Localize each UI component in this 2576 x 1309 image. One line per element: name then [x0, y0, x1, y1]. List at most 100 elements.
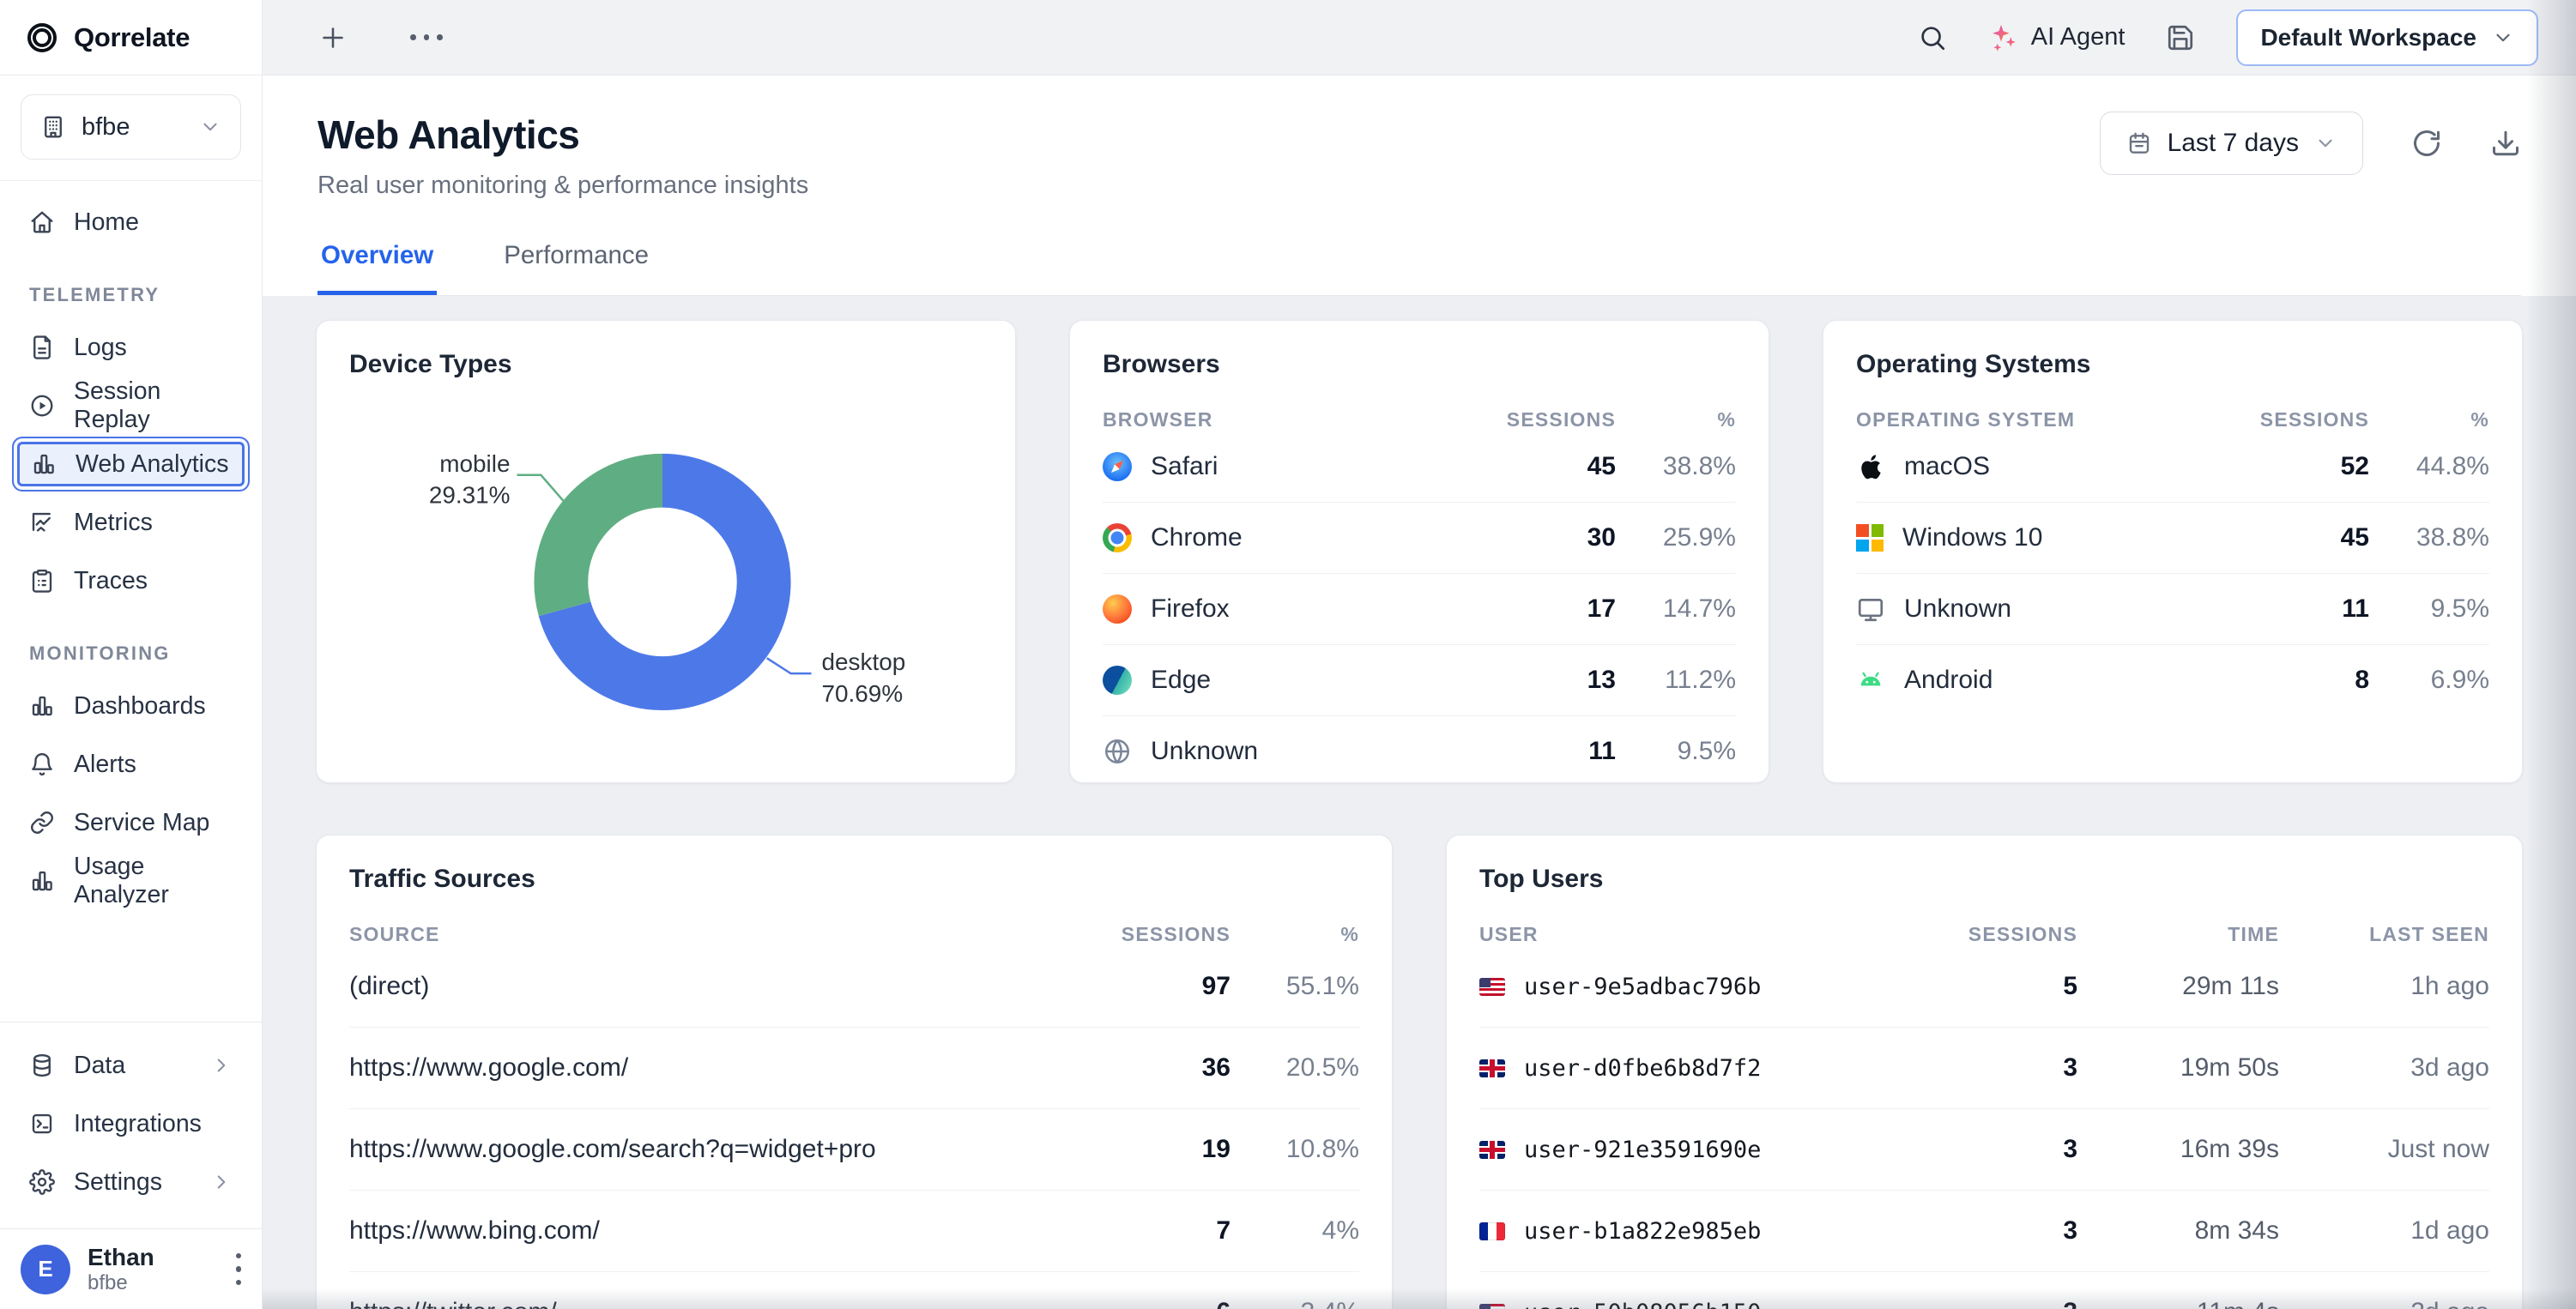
browser-name: Firefox — [1151, 594, 1230, 624]
sessions-value: 3 — [1932, 1053, 2077, 1083]
user-id: user-50b08056b150 — [1524, 1300, 1761, 1309]
sidebar-item-settings[interactable]: Settings — [12, 1155, 250, 1209]
building-icon — [40, 114, 66, 140]
mobile-value: 29.31% — [429, 482, 511, 509]
sidebar-item-data[interactable]: Data — [12, 1038, 250, 1093]
chart-line-icon — [29, 510, 55, 535]
sessions-value: 19 — [1119, 1135, 1231, 1164]
percent-value: 11.2% — [1616, 666, 1736, 695]
database-icon — [29, 1053, 55, 1078]
source-value: (direct) — [349, 972, 1119, 1001]
ai-agent-button[interactable]: AI Agent — [1988, 22, 2126, 53]
tab-performance[interactable]: Performance — [500, 241, 652, 295]
sidebar-footer-nav: Data Integrations Settings — [0, 1022, 262, 1228]
sidebar-item-label: Traces — [74, 567, 148, 595]
card-title: Browsers — [1103, 350, 1736, 379]
column-header: % — [2369, 408, 2489, 431]
desktop-callout-line — [767, 658, 812, 673]
card-title: Operating Systems — [1856, 350, 2489, 379]
download-button[interactable] — [2490, 128, 2521, 159]
sidebar-item-dashboards[interactable]: Dashboards — [12, 679, 250, 733]
desktop-label: desktop — [822, 648, 906, 675]
sessions-value: 17 — [1487, 594, 1616, 624]
workspace-selector-label: Default Workspace — [2260, 24, 2476, 51]
apple-icon — [1856, 452, 1885, 481]
sidebar-item-usage-analyzer[interactable]: Usage Analyzer — [12, 854, 250, 908]
fr-flag-icon — [1479, 1222, 1505, 1240]
safari-icon — [1103, 452, 1132, 481]
ai-agent-label: AI Agent — [2031, 23, 2126, 51]
sidebar-item-label: Service Map — [74, 809, 209, 837]
table-row: Chrome 30 25.9% — [1103, 502, 1736, 573]
user-id: user-921e3591690e — [1524, 1137, 1761, 1163]
card-device-types: Device Types mobile 29.31% desktop 70.69… — [316, 320, 1016, 783]
app-logo-icon — [27, 23, 57, 52]
topbar: AI Agent Default Workspace — [263, 0, 2576, 75]
card-traffic-sources: Traffic Sources SOURCE SESSIONS % (direc… — [316, 835, 1393, 1309]
table-row: macOS 52 44.8% — [1856, 431, 2489, 502]
sidebar-item-traces[interactable]: Traces — [12, 553, 250, 608]
sidebar-item-integrations[interactable]: Integrations — [12, 1096, 250, 1151]
device-types-donut-chart: mobile 29.31% desktop 70.69% — [349, 400, 983, 752]
browser-name: Edge — [1151, 666, 1211, 695]
column-header: OPERATING SYSTEM — [1856, 408, 2240, 431]
source-value: https://www.google.com/search?q=widget+p… — [349, 1135, 1119, 1164]
sidebar-section-telemetry: TELEMETRY — [12, 253, 250, 320]
link-icon — [29, 810, 55, 835]
sidebar-nav: Home TELEMETRY Logs Session Replay Web A… — [0, 181, 262, 1022]
sessions-value: 7 — [1119, 1216, 1231, 1246]
sidebar-item-label: Data — [74, 1052, 125, 1080]
sidebar-item-home[interactable]: Home — [12, 195, 250, 250]
page-title-block: Web Analytics Real user monitoring & per… — [317, 112, 808, 200]
user-profile-row[interactable]: E Ethan bfbe — [0, 1228, 262, 1309]
sidebar-item-label: Dashboards — [74, 692, 206, 721]
last-seen-value: Just now — [2279, 1135, 2489, 1164]
file-text-icon — [29, 335, 55, 360]
refresh-button[interactable] — [2411, 128, 2442, 159]
search-button[interactable] — [1918, 23, 1947, 52]
tab-overflow-button[interactable] — [410, 34, 443, 40]
tab-overview[interactable]: Overview — [317, 241, 437, 295]
sidebar-item-metrics[interactable]: Metrics — [12, 495, 250, 550]
sidebar-item-label: Web Analytics — [76, 450, 228, 479]
org-selector[interactable]: bfbe — [21, 94, 241, 160]
date-range-label: Last 7 days — [2168, 129, 2299, 158]
sidebar-item-service-map[interactable]: Service Map — [12, 795, 250, 850]
workspace-selector[interactable]: Default Workspace — [2236, 9, 2538, 66]
column-header: TIME — [2077, 923, 2279, 946]
table-row: Unknown 11 9.5% — [1103, 715, 1736, 783]
table-row: Android 8 6.9% — [1856, 644, 2489, 715]
sessions-value: 30 — [1487, 523, 1616, 552]
sidebar-item-session-replay[interactable]: Session Replay — [12, 378, 250, 433]
percent-value: 38.8% — [1616, 452, 1736, 481]
sessions-value: 8 — [2240, 666, 2369, 695]
bar-chart-icon — [29, 868, 55, 894]
column-header: SESSIONS — [1487, 408, 1616, 431]
save-view-button[interactable] — [2166, 23, 2195, 52]
sidebar: Qorrelate bfbe Home TELEMETRY Logs Sessi… — [0, 0, 263, 1309]
home-icon — [29, 209, 55, 235]
sidebar-item-label: Alerts — [74, 751, 136, 779]
sessions-value: 45 — [1487, 452, 1616, 481]
table-row: Edge 13 11.2% — [1103, 644, 1736, 715]
source-value: https://twitter.com/ — [349, 1298, 1119, 1309]
percent-value: 20.5% — [1231, 1053, 1359, 1083]
date-range-selector[interactable]: Last 7 days — [2100, 112, 2363, 175]
os-name: Windows 10 — [1902, 523, 2042, 552]
last-seen-value: 3d ago — [2279, 1053, 2489, 1083]
sidebar-item-web-analytics[interactable]: Web Analytics — [12, 437, 250, 492]
percent-value: 38.8% — [2369, 523, 2489, 552]
sidebar-item-label: Metrics — [74, 509, 153, 537]
source-value: https://www.google.com/ — [349, 1053, 1119, 1083]
percent-value: 10.8% — [1231, 1135, 1359, 1164]
sidebar-item-logs[interactable]: Logs — [12, 320, 250, 375]
chevron-down-icon — [199, 116, 221, 138]
os-name: Android — [1904, 666, 1992, 695]
sidebar-item-alerts[interactable]: Alerts — [12, 737, 250, 792]
user-id: user-b1a822e985eb — [1524, 1218, 1761, 1245]
percent-value: 9.5% — [2369, 594, 2489, 624]
ellipsis-icon — [410, 34, 443, 40]
user-menu-kebab-icon[interactable] — [236, 1253, 242, 1286]
sessions-value: 97 — [1119, 972, 1231, 1001]
new-tab-button[interactable] — [317, 22, 348, 53]
